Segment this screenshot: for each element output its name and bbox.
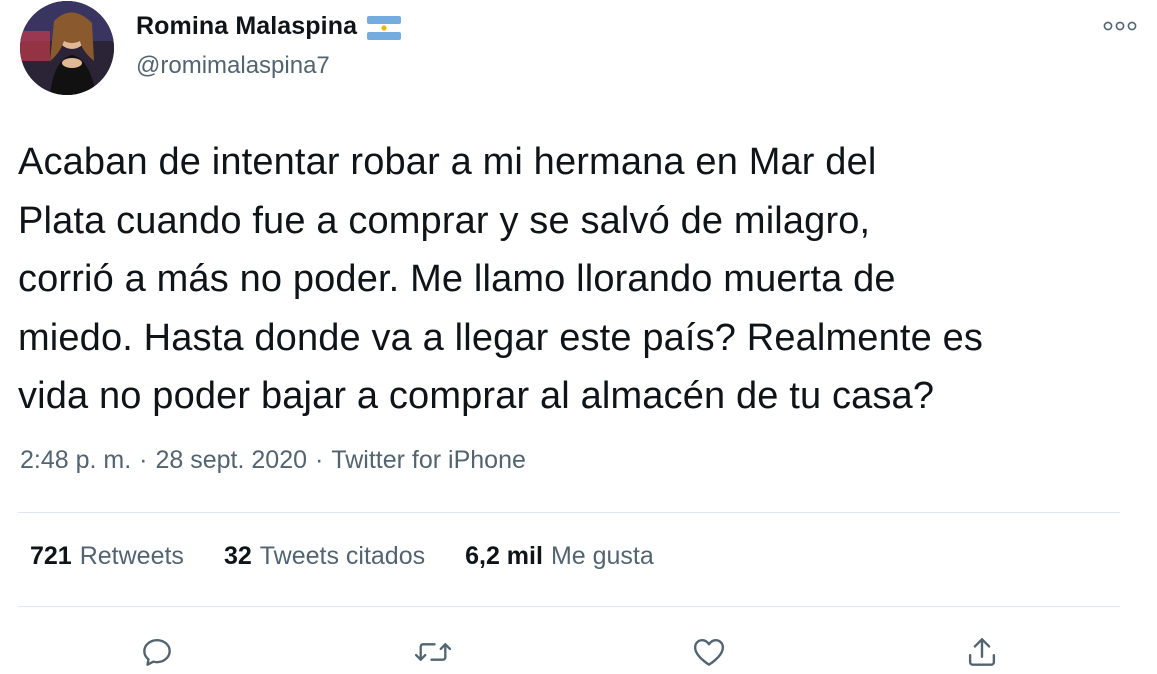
tweet-source[interactable]: Twitter for iPhone [331, 446, 526, 475]
meta-separator: · [139, 446, 148, 474]
heart-icon[interactable] [689, 632, 729, 672]
more-icon[interactable] [1101, 16, 1139, 36]
tweet-actions [0, 632, 1157, 672]
user-name-row: Romina Malaspina [136, 12, 402, 41]
retweets-count: 721 [30, 542, 72, 570]
tweet-card: Romina Malaspina @romimalaspina7 Acaban … [0, 0, 1157, 674]
meta-separator: · [315, 446, 324, 474]
tweet-date[interactable]: 28 sept. 2020 [156, 446, 308, 475]
quotes-label: Tweets citados [259, 542, 426, 570]
divider [18, 512, 1120, 513]
avatar-image [20, 1, 114, 95]
retweet-icon[interactable] [413, 632, 453, 672]
tweet-time[interactable]: 2:48 p. m. [20, 446, 131, 475]
share-icon[interactable] [962, 632, 1002, 672]
argentina-flag-icon [367, 15, 402, 40]
retweets-stat[interactable]: 721 Retweets [30, 542, 184, 571]
reply-icon[interactable] [137, 632, 177, 672]
tweet-meta: 2:48 p. m. · 28 sept. 2020 · Twitter for… [20, 446, 526, 475]
tweet-stats: 721 Retweets 32 Tweets citados 6,2 mil M… [30, 542, 654, 571]
retweets-label: Retweets [79, 542, 184, 570]
divider [18, 606, 1120, 607]
likes-count: 6,2 mil [465, 542, 543, 570]
quotes-stat[interactable]: 32 Tweets citados [224, 542, 425, 571]
tweet-text: Acaban de intentar robar a mi hermana en… [18, 141, 984, 417]
avatar[interactable] [20, 1, 114, 95]
tweet-header: Romina Malaspina @romimalaspina7 [18, 0, 1139, 100]
quotes-count: 32 [223, 542, 252, 570]
likes-stat[interactable]: 6,2 mil Me gusta [465, 542, 654, 571]
user-handle[interactable]: @romimalaspina7 [136, 52, 330, 80]
likes-label: Me gusta [550, 542, 654, 570]
display-name[interactable]: Romina Malaspina [136, 12, 357, 41]
